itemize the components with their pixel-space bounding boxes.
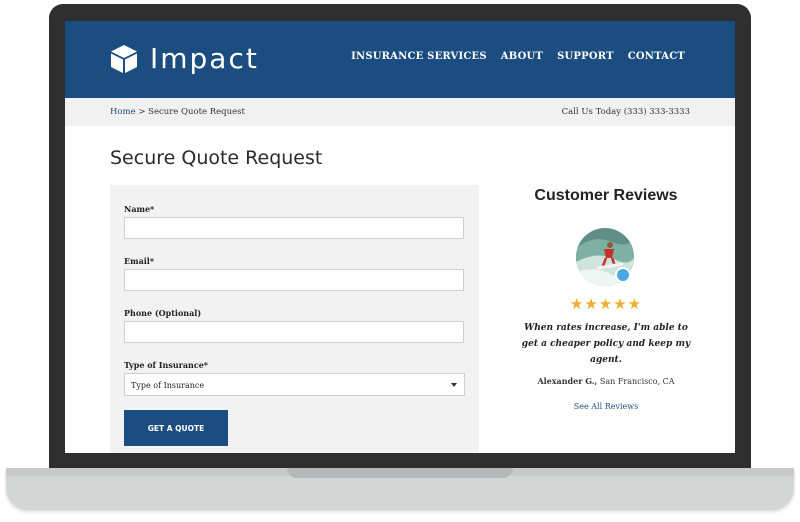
breadcrumb-separator: > <box>138 107 146 117</box>
sub-bar: Home > Secure Quote Request Call Us Toda… <box>65 98 735 126</box>
breadcrumb-current: Secure Quote Request <box>148 107 245 117</box>
name-label: Name* <box>124 204 155 214</box>
laptop-screen: Impact INSURANCE SERVICES ABOUT SUPPORT … <box>65 21 735 453</box>
site-header: Impact INSURANCE SERVICES ABOUT SUPPORT … <box>65 21 735 98</box>
insurance-type-value: Type of Insurance <box>131 381 205 390</box>
author-name: Alexander G., <box>537 376 598 386</box>
email-field[interactable] <box>124 269 464 291</box>
insurance-type-select[interactable]: Type of Insurance <box>124 373 465 396</box>
review-quote: When rates increase, I'm able to get a c… <box>521 323 691 365</box>
main-nav: INSURANCE SERVICES ABOUT SUPPORT CONTACT <box>351 51 685 62</box>
nav-item-contact[interactable]: CONTACT <box>628 51 685 62</box>
page-title: Secure Quote Request <box>110 147 323 169</box>
email-label: Email* <box>124 256 155 266</box>
caret-down-icon <box>451 383 457 387</box>
reviews-title: Customer Reviews <box>534 187 678 204</box>
cube-icon <box>111 44 137 73</box>
quote-form: Name* Email* Phone (Optional) Type of In… <box>110 185 479 453</box>
author-location: San Francisco, CA <box>599 377 675 386</box>
rating-stars: ★★★★★ <box>569 296 643 313</box>
logo-text: Impact <box>150 42 259 75</box>
insurance-type-label: Type of Insurance* <box>124 360 208 370</box>
verified-badge-icon <box>615 267 631 283</box>
nav-item-insurance-services[interactable]: INSURANCE SERVICES <box>351 51 487 62</box>
name-field[interactable] <box>124 217 464 239</box>
get-quote-button[interactable]: GET A QUOTE <box>124 410 228 446</box>
phone-field[interactable] <box>124 321 464 343</box>
logo[interactable]: Impact <box>110 42 259 75</box>
see-all-reviews-link[interactable]: See All Reviews <box>501 402 711 411</box>
nav-item-about[interactable]: ABOUT <box>501 51 543 62</box>
breadcrumb: Home > Secure Quote Request <box>110 107 245 117</box>
call-us-text: Call Us Today (333) 333-3333 <box>561 107 690 117</box>
phone-label: Phone (Optional) <box>124 308 202 318</box>
review-author: Alexander G., San Francisco, CA <box>501 376 711 386</box>
laptop-notch <box>287 468 513 478</box>
nav-item-support[interactable]: SUPPORT <box>557 51 614 62</box>
breadcrumb-home-link[interactable]: Home <box>110 107 136 117</box>
